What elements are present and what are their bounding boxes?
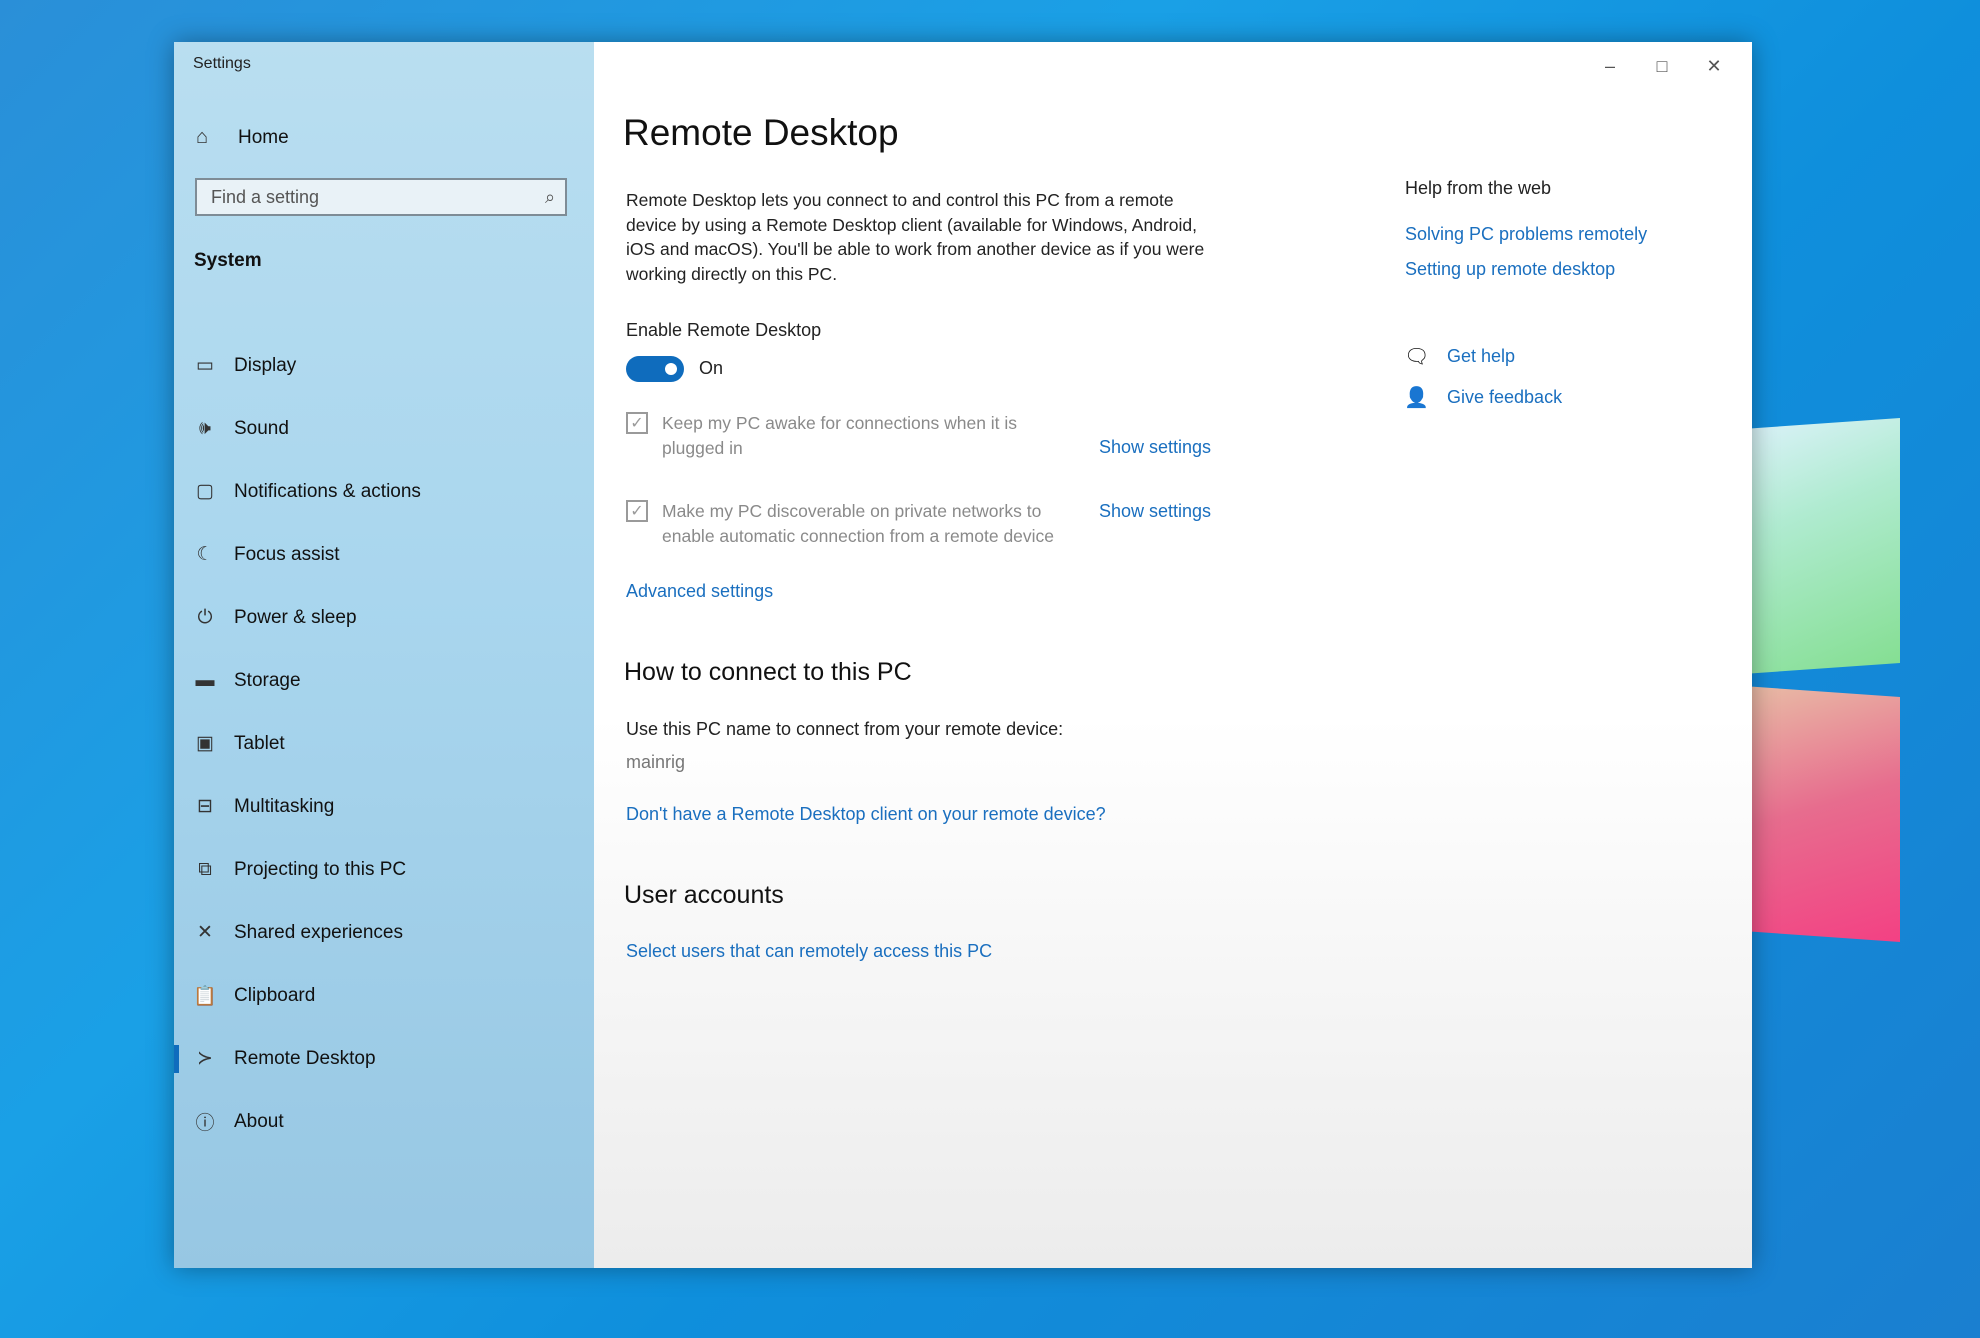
section-title: System	[194, 250, 262, 271]
sidebar-item-label: About	[234, 1110, 284, 1132]
sidebar-item-label: Clipboard	[234, 984, 316, 1006]
home-link[interactable]: ⌂ Home	[196, 126, 289, 149]
page-description: Remote Desktop lets you connect to and c…	[626, 190, 1205, 284]
power-icon: ⏻	[197, 606, 213, 628]
sidebar-item-power-sleep[interactable]: ⏻ Power & sleep	[174, 586, 594, 649]
sidebar-nav: ▭ Display 🕪 Sound ▢ Notifications & actions…	[174, 334, 594, 1153]
sidebar-item-notifications[interactable]: ▢ Notifications & actions	[174, 460, 594, 523]
sidebar-item-label: Projecting to this PC	[234, 858, 407, 880]
sidebar: Settings ⌂ Home ⌕ System ▭ Display 🕪 Sound…	[174, 42, 594, 1268]
sidebar-item-label: Tablet	[234, 732, 285, 754]
speaker-icon: 🕪	[199, 417, 211, 439]
search-box[interactable]: ⌕	[195, 178, 567, 216]
sidebar-item-label: Shared experiences	[234, 921, 403, 943]
sidebar-item-remote-desktop[interactable]: ≻ Remote Desktop	[174, 1027, 594, 1090]
sidebar-item-storage[interactable]: ▬ Storage	[174, 649, 594, 712]
sidebar-item-focus-assist[interactable]: ☾ Focus assist	[174, 523, 594, 586]
keep-awake-checkbox[interactable]: ✓	[626, 412, 648, 434]
enable-remote-desktop-toggle[interactable]	[626, 356, 684, 382]
moon-icon: ☾	[196, 544, 214, 565]
home-label: Home	[238, 126, 289, 148]
checkmark-icon: ✓	[630, 503, 644, 520]
sidebar-item-display[interactable]: ▭ Display	[174, 334, 594, 397]
search-icon[interactable]: ⌕	[535, 187, 565, 208]
sidebar-item-label: Sound	[234, 417, 289, 439]
sidebar-item-about[interactable]: ⓘ About	[174, 1090, 594, 1153]
pc-name: mainrig	[626, 752, 686, 772]
sidebar-item-label: Storage	[234, 669, 301, 691]
sidebar-item-projecting[interactable]: ⧉ Projecting to this PC	[174, 838, 594, 901]
show-settings-link-1[interactable]: Show settings	[1099, 437, 1211, 458]
clipboard-icon: 📋	[193, 985, 217, 1007]
search-input[interactable]	[197, 179, 535, 215]
sidebar-item-label: Display	[234, 354, 297, 376]
give-feedback-icon: 👤	[1404, 387, 1429, 409]
minimize-button[interactable]: –	[1584, 48, 1636, 84]
sidebar-item-sound[interactable]: 🕪 Sound	[174, 397, 594, 460]
help-link-setting-up[interactable]: Setting up remote desktop	[1405, 259, 1615, 280]
share-icon: ✕	[197, 922, 213, 943]
toggle-knob	[665, 363, 677, 375]
sidebar-item-tablet[interactable]: ▣ Tablet	[174, 712, 594, 775]
window-controls: – □ ✕	[1584, 48, 1740, 84]
help-link-solving-problems[interactable]: Solving PC problems remotely	[1405, 224, 1647, 245]
get-help-icon: 🗨	[1404, 346, 1430, 368]
info-icon: ⓘ	[195, 1113, 215, 1134]
close-button[interactable]: ✕	[1688, 48, 1740, 84]
keep-awake-label: Keep my PC awake for connections when it…	[662, 413, 1018, 458]
multitasking-icon: ⊟	[197, 796, 213, 817]
home-icon: ⌂	[196, 126, 209, 148]
show-settings-link-2[interactable]: Show settings	[1099, 501, 1211, 522]
enable-remote-desktop-label: Enable Remote Desktop	[626, 320, 822, 340]
select-users-link[interactable]: Select users that can remotely access th…	[626, 941, 992, 962]
sidebar-item-label: Focus assist	[234, 543, 340, 565]
sidebar-item-label: Remote Desktop	[234, 1047, 376, 1069]
monitor-icon: ▭	[196, 355, 214, 376]
checkmark-icon: ✓	[630, 415, 644, 432]
give-feedback-link[interactable]: Give feedback	[1447, 387, 1562, 408]
tablet-icon: ▣	[196, 733, 214, 754]
discoverable-label: Make my PC discoverable on private netwo…	[662, 501, 1055, 546]
discoverable-checkbox[interactable]: ✓	[626, 500, 648, 522]
projector-icon: ⧉	[198, 858, 212, 880]
sidebar-item-multitasking[interactable]: ⊟ Multitasking	[174, 775, 594, 838]
no-client-link[interactable]: Don't have a Remote Desktop client on yo…	[626, 804, 1106, 825]
sidebar-item-label: Notifications & actions	[234, 480, 421, 502]
maximize-button[interactable]: □	[1636, 48, 1688, 84]
app-title: Settings	[193, 55, 251, 72]
storage-icon: ▬	[195, 669, 215, 691]
connect-instructions: Use this PC name to connect from your re…	[626, 719, 1064, 739]
advanced-settings-link[interactable]: Advanced settings	[626, 581, 773, 602]
connect-heading: How to connect to this PC	[624, 658, 912, 686]
get-help-link[interactable]: Get help	[1447, 346, 1515, 367]
sidebar-item-shared-experiences[interactable]: ✕ Shared experiences	[174, 901, 594, 964]
toggle-state-label: On	[699, 358, 724, 378]
page-title: Remote Desktop	[623, 112, 899, 153]
help-title: Help from the web	[1405, 178, 1552, 198]
sidebar-item-label: Multitasking	[234, 795, 335, 817]
remote-icon: ≻	[197, 1048, 213, 1069]
sidebar-item-label: Power & sleep	[234, 606, 357, 628]
sidebar-item-clipboard[interactable]: 📋 Clipboard	[174, 964, 594, 1027]
message-icon: ▢	[196, 481, 214, 502]
user-accounts-heading: User accounts	[624, 881, 784, 909]
